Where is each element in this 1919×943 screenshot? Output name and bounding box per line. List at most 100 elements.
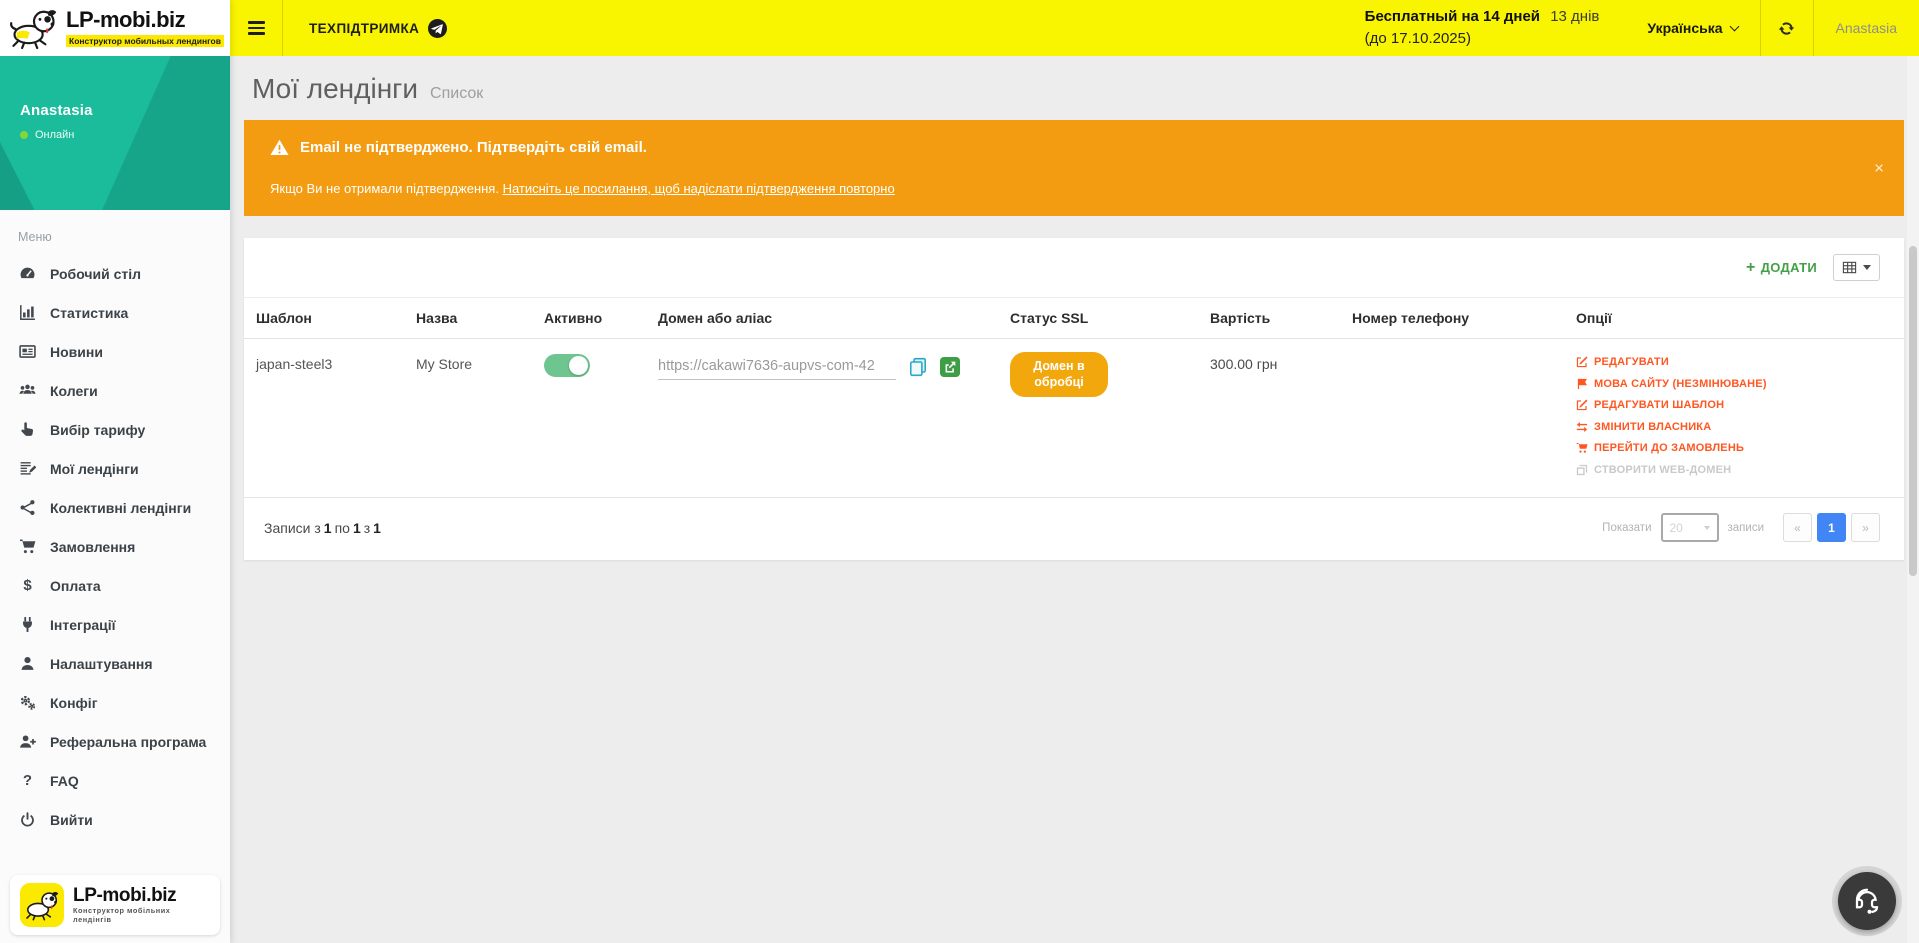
- option-go-to-orders[interactable]: ПЕРЕЙТИ ДО ЗАМОВЛЕНЬ: [1576, 442, 1892, 454]
- copy-icon[interactable]: [908, 357, 928, 377]
- column-visibility-button[interactable]: [1833, 254, 1880, 281]
- refresh-icon: [1778, 20, 1795, 37]
- dollar-icon: $: [18, 577, 37, 594]
- sidebar-item-config[interactable]: Конфіг: [0, 683, 230, 722]
- close-icon[interactable]: ×: [1874, 160, 1884, 177]
- scrollbar-thumb[interactable]: [1909, 246, 1917, 576]
- telegram-icon: [428, 19, 447, 38]
- sidebar-item-faq[interactable]: ? FAQ: [0, 761, 230, 800]
- pagination-prev-button[interactable]: «: [1783, 513, 1812, 542]
- headset-icon: [1852, 886, 1882, 916]
- add-button-label: ДОДАТИ: [1761, 260, 1817, 275]
- sidebar-item-label: Новини: [50, 344, 103, 360]
- brand-header[interactable]: LP-mobi.biz Конструктор мобильных лендин…: [0, 0, 230, 56]
- sidebar-item-integrations[interactable]: Інтеграції: [0, 605, 230, 644]
- column-header-ssl[interactable]: Статус SSL: [998, 298, 1198, 339]
- sidebar-item-collective-landings[interactable]: Колективні лендінги: [0, 488, 230, 527]
- sidebar-item-dashboard[interactable]: Робочий стіл: [0, 254, 230, 293]
- landings-icon: [18, 460, 37, 477]
- cart-icon: [18, 538, 37, 555]
- email-warning-banner: Email не підтверджено. Підтвердіть свій …: [244, 120, 1904, 216]
- sidebar-item-statistics[interactable]: Статистика: [0, 293, 230, 332]
- sidebar-item-label: FAQ: [50, 773, 79, 789]
- cell-template: japan-steel3: [244, 339, 404, 498]
- column-header-options[interactable]: Опції: [1564, 298, 1904, 339]
- option-edit-template[interactable]: РЕДАГУВАТИ ШАБЛОН: [1576, 399, 1892, 411]
- sidebar-item-orders[interactable]: Замовлення: [0, 527, 230, 566]
- sidebar-item-label: Налаштування: [50, 656, 153, 672]
- banner-title-text: Email не підтверджено. Підтвердіть свій …: [300, 139, 647, 156]
- user-icon: [18, 655, 37, 672]
- sidebar-item-label: Мої лендінги: [50, 461, 139, 477]
- support-chat-button[interactable]: [1838, 872, 1896, 930]
- landings-table: Шаблон Назва Активно Домен або аліас Ста…: [244, 297, 1904, 497]
- dog-logo-icon: [8, 6, 60, 50]
- sidebar-item-label: Статистика: [50, 305, 128, 321]
- vertical-scrollbar[interactable]: [1907, 56, 1919, 943]
- resend-confirmation-link[interactable]: Натисніть це посилання, щоб надіслати пі…: [503, 181, 895, 196]
- records-label: записи: [1728, 522, 1765, 534]
- hamburger-menu-button[interactable]: [230, 0, 282, 56]
- hand-pointer-icon: [18, 421, 37, 438]
- pagination-next-button[interactable]: »: [1851, 513, 1880, 542]
- main-menu: Меню Робочий стіл Статистика Новини Коле…: [0, 210, 230, 943]
- cart-icon: [1576, 442, 1588, 454]
- column-header-template[interactable]: Шаблон: [244, 298, 404, 339]
- trial-until-date: (до 17.10.2025): [1365, 28, 1600, 51]
- online-status-dot: [20, 131, 28, 139]
- sidebar-item-tariff[interactable]: Вибір тарифу: [0, 410, 230, 449]
- table-row: japan-steel3 My Store: [244, 339, 1904, 498]
- external-link-icon[interactable]: [940, 357, 960, 377]
- pagination: « 1 »: [1783, 513, 1880, 542]
- option-create-web-domain[interactable]: СТВОРИТИ WEB-ДОМЕН: [1576, 464, 1892, 476]
- dashboard-icon: [18, 265, 37, 282]
- clone-icon: [1576, 464, 1588, 476]
- sidebar-item-my-landings[interactable]: Мої лендінги: [0, 449, 230, 488]
- dog-logo-icon: [20, 883, 64, 927]
- sidebar-item-news[interactable]: Новини: [0, 332, 230, 371]
- sidebar-item-referral[interactable]: Реферальна програма: [0, 722, 230, 761]
- topbar-username[interactable]: Anastasia: [1814, 0, 1919, 56]
- sidebar-item-label: Інтеграції: [50, 617, 116, 633]
- option-edit[interactable]: РЕДАГУВАТИ: [1576, 356, 1892, 368]
- sidebar-brand-card[interactable]: LP-mobi.biz Конструктор мобільних лендін…: [10, 875, 220, 935]
- brand-title: LP-mobi.biz: [73, 886, 210, 907]
- sidebar-item-label: Реферальна програма: [50, 734, 206, 750]
- active-toggle[interactable]: [544, 354, 590, 377]
- language-icon: [1576, 378, 1588, 390]
- add-landing-button[interactable]: + ДОДАТИ: [1746, 259, 1817, 277]
- cell-phone: [1340, 339, 1564, 498]
- chevron-down-icon: [1729, 21, 1739, 31]
- question-icon: ?: [18, 772, 37, 789]
- topbar: ТЕХПІДТРИМКА Бесплатный на 14 дней 13 дн…: [230, 0, 1919, 56]
- domain-input[interactable]: [658, 356, 896, 380]
- pagination-page-1[interactable]: 1: [1817, 513, 1846, 542]
- show-label: Показати: [1602, 522, 1651, 534]
- sidebar-item-colleagues[interactable]: Колеги: [0, 371, 230, 410]
- table-footer: Записи з1по1з1 Показати 20 записи « 1 »: [244, 497, 1904, 560]
- column-header-active[interactable]: Активно: [532, 298, 646, 339]
- support-button[interactable]: ТЕХПІДТРИМКА: [283, 0, 473, 56]
- sidebar-item-label: Робочий стіл: [50, 266, 141, 282]
- records-info: Записи з1по1з1: [264, 520, 384, 536]
- sidebar-item-logout[interactable]: Вийти: [0, 800, 230, 839]
- brand-tagline: Конструктор мобільних лендінгів: [73, 906, 210, 924]
- column-header-phone[interactable]: Номер телефону: [1340, 298, 1564, 339]
- page-size-select[interactable]: 20: [1661, 513, 1719, 542]
- column-header-price[interactable]: Вартість: [1198, 298, 1340, 339]
- landings-card: + ДОДАТИ Шаблон Назва Активно: [244, 238, 1904, 560]
- user-panel: Anastasia Онлайн: [0, 56, 230, 210]
- cell-price: 300.00 грн: [1198, 339, 1340, 498]
- share-icon: [18, 499, 37, 516]
- refresh-button[interactable]: [1761, 0, 1813, 56]
- user-plus-icon: [18, 733, 37, 750]
- option-change-owner[interactable]: ЗМІНИТИ ВЛАСНИКА: [1576, 421, 1892, 433]
- sidebar-item-settings[interactable]: Налаштування: [0, 644, 230, 683]
- sidebar-item-payment[interactable]: $ Оплата: [0, 566, 230, 605]
- column-header-name[interactable]: Назва: [404, 298, 532, 339]
- trial-info: Бесплатный на 14 дней 13 днів (до 17.10.…: [1365, 0, 1626, 56]
- column-header-domain[interactable]: Домен або аліас: [646, 298, 998, 339]
- language-selector[interactable]: Українська: [1625, 0, 1759, 56]
- option-site-language[interactable]: МОВА САЙТУ (НЕЗМІНЮВАНЕ): [1576, 378, 1892, 390]
- exchange-icon: [1576, 421, 1588, 433]
